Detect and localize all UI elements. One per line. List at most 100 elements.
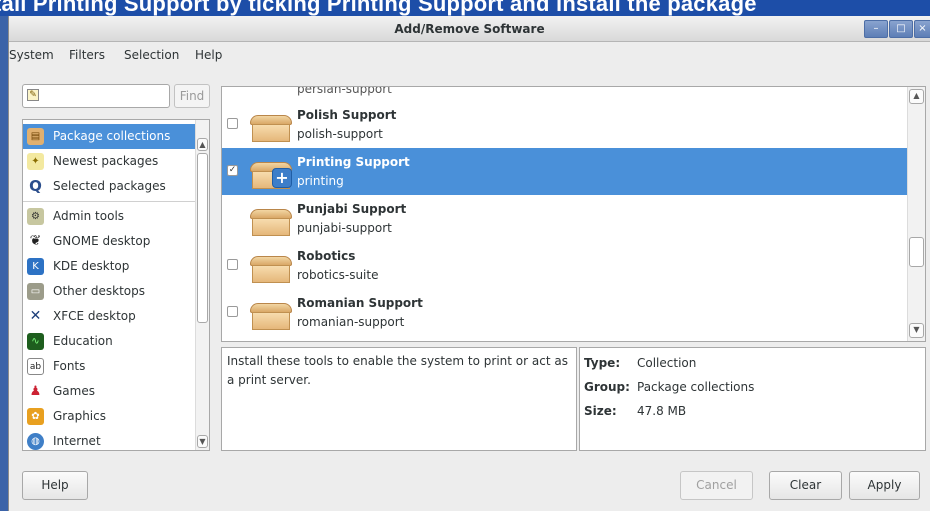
category-selected-packages[interactable]: Q Selected packages: [23, 174, 197, 199]
package-row-polish[interactable]: Polish Support polish-support: [222, 101, 909, 148]
cancel-button[interactable]: Cancel: [680, 471, 753, 500]
pencil-icon: ✎: [27, 89, 39, 101]
scroll-up-icon[interactable]: ▲: [909, 89, 924, 104]
package-id: polish-support: [297, 127, 383, 141]
category-package-collections[interactable]: ▤ Package collections: [23, 124, 197, 149]
package-box-icon: [250, 107, 292, 143]
package-id: punjabi-support: [297, 221, 392, 235]
package-details: Type: Collection Group: Package collecti…: [579, 347, 926, 451]
package-id: romanian-support: [297, 315, 405, 329]
scroll-thumb[interactable]: [197, 153, 208, 323]
category-label: KDE desktop: [53, 259, 130, 273]
package-box-icon: [250, 295, 292, 331]
kde-icon: K: [27, 258, 44, 275]
package-row-punjabi[interactable]: Punjabi Support punjabi-support: [222, 195, 909, 242]
xfce-mouse-icon: ✕: [27, 308, 44, 325]
help-button[interactable]: Help: [22, 471, 88, 500]
category-internet[interactable]: ◍ Internet: [23, 429, 197, 450]
package-row-printing[interactable]: ✓ + Printing Support printing: [222, 148, 909, 195]
menu-filters[interactable]: Filters: [69, 48, 105, 62]
category-label: Internet: [53, 434, 101, 448]
scroll-down-icon[interactable]: ▼: [197, 435, 208, 448]
category-xfce-desktop[interactable]: ✕ XFCE desktop: [23, 304, 197, 329]
background-text: tall Printing Support by ticking Printin…: [0, 0, 757, 16]
scroll-thumb[interactable]: [909, 237, 924, 267]
add-remove-software-window: Add/Remove Software – □ × System Filters…: [8, 16, 930, 511]
lightbulb-icon: ✦: [27, 153, 44, 170]
clear-button[interactable]: Clear: [769, 471, 842, 500]
category-newest-packages[interactable]: ✦ Newest packages: [23, 149, 197, 174]
background-instruction-text: tall Printing Support by ticking Printin…: [0, 0, 930, 16]
package-description: Install these tools to enable the system…: [221, 347, 577, 451]
package-name: Printing Support: [297, 155, 410, 169]
gnome-foot-icon: ❦: [27, 233, 44, 250]
package-name: Romanian Support: [297, 296, 423, 310]
package-icon: ▤: [27, 128, 44, 145]
size-value: 47.8 MB: [637, 404, 687, 418]
package-id: printing: [297, 174, 344, 188]
package-name: Punjabi Support: [297, 202, 407, 216]
category-label: Fonts: [53, 359, 86, 373]
category-graphics[interactable]: ✿ Graphics: [23, 404, 197, 429]
category-label: Graphics: [53, 409, 106, 423]
category-label: Other desktops: [53, 284, 146, 298]
magnifier-icon: Q: [27, 178, 44, 195]
package-name: Robotics: [297, 249, 356, 263]
size-label: Size:: [584, 404, 617, 418]
window-titlebar[interactable]: Add/Remove Software – □ ×: [9, 16, 930, 42]
group-value: Package collections: [637, 380, 755, 394]
package-box-icon: [250, 201, 292, 237]
category-kde-desktop[interactable]: K KDE desktop: [23, 254, 197, 279]
package-checkbox[interactable]: [227, 306, 238, 317]
find-button[interactable]: Find: [174, 84, 210, 108]
category-label: Selected packages: [53, 179, 166, 193]
menu-selection[interactable]: Selection: [124, 48, 179, 62]
package-checkbox[interactable]: ✓: [227, 165, 238, 176]
menu-system[interactable]: System: [9, 48, 54, 62]
category-label: Education: [53, 334, 113, 348]
menubar: System Filters Selection Help: [9, 43, 930, 65]
close-icon[interactable]: ×: [914, 20, 930, 38]
category-games[interactable]: ♟ Games: [23, 379, 197, 404]
window-title: Add/Remove Software: [394, 22, 545, 36]
package-id: robotics-suite: [297, 268, 379, 282]
type-value: Collection: [637, 356, 697, 370]
category-label: Admin tools: [53, 209, 125, 223]
package-list[interactable]: persian-support Polish Support polish-su…: [221, 86, 926, 342]
admin-icon: ⚙: [27, 208, 44, 225]
package-row-robotics[interactable]: Robotics robotics-suite: [222, 242, 909, 289]
package-checkbox[interactable]: [227, 118, 238, 129]
category-other-desktops[interactable]: ▭ Other desktops: [23, 279, 197, 304]
package-name: Polish Support: [297, 108, 397, 122]
search-input[interactable]: ✎: [22, 84, 170, 108]
desktop-icon: ▭: [27, 283, 44, 300]
graphics-icon: ✿: [27, 408, 44, 425]
partial-package-id: persian-support: [297, 86, 392, 96]
category-label: Package collections: [53, 129, 171, 143]
separator: [23, 201, 197, 202]
scroll-down-icon[interactable]: ▼: [909, 323, 924, 338]
apply-button[interactable]: Apply: [849, 471, 920, 500]
globe-icon: ◍: [27, 433, 44, 450]
package-row-romanian[interactable]: Romanian Support romanian-support: [222, 289, 909, 336]
maximize-icon[interactable]: □: [889, 20, 913, 38]
scroll-up-icon[interactable]: ▲: [197, 138, 208, 151]
fonts-icon: ab: [27, 358, 44, 375]
category-label: XFCE desktop: [53, 309, 136, 323]
package-box-install-icon: +: [250, 154, 292, 190]
category-gnome-desktop[interactable]: ❦ GNOME desktop: [23, 229, 197, 254]
category-list[interactable]: ▤ Package collections ✦ Newest packages …: [22, 119, 210, 451]
category-label: Newest packages: [53, 154, 159, 168]
education-icon: ∿: [27, 333, 44, 350]
category-label: Games: [53, 384, 95, 398]
package-scrollbar[interactable]: ▲ ▼: [907, 87, 925, 341]
category-fonts[interactable]: ab Fonts: [23, 354, 197, 379]
menu-help[interactable]: Help: [195, 48, 222, 62]
package-checkbox[interactable]: [227, 259, 238, 270]
category-education[interactable]: ∿ Education: [23, 329, 197, 354]
group-label: Group:: [584, 380, 630, 394]
minimize-icon[interactable]: –: [864, 20, 888, 38]
category-admin-tools[interactable]: ⚙ Admin tools: [23, 204, 197, 229]
category-scrollbar[interactable]: ▲ ▼: [195, 120, 209, 450]
games-icon: ♟: [27, 383, 44, 400]
